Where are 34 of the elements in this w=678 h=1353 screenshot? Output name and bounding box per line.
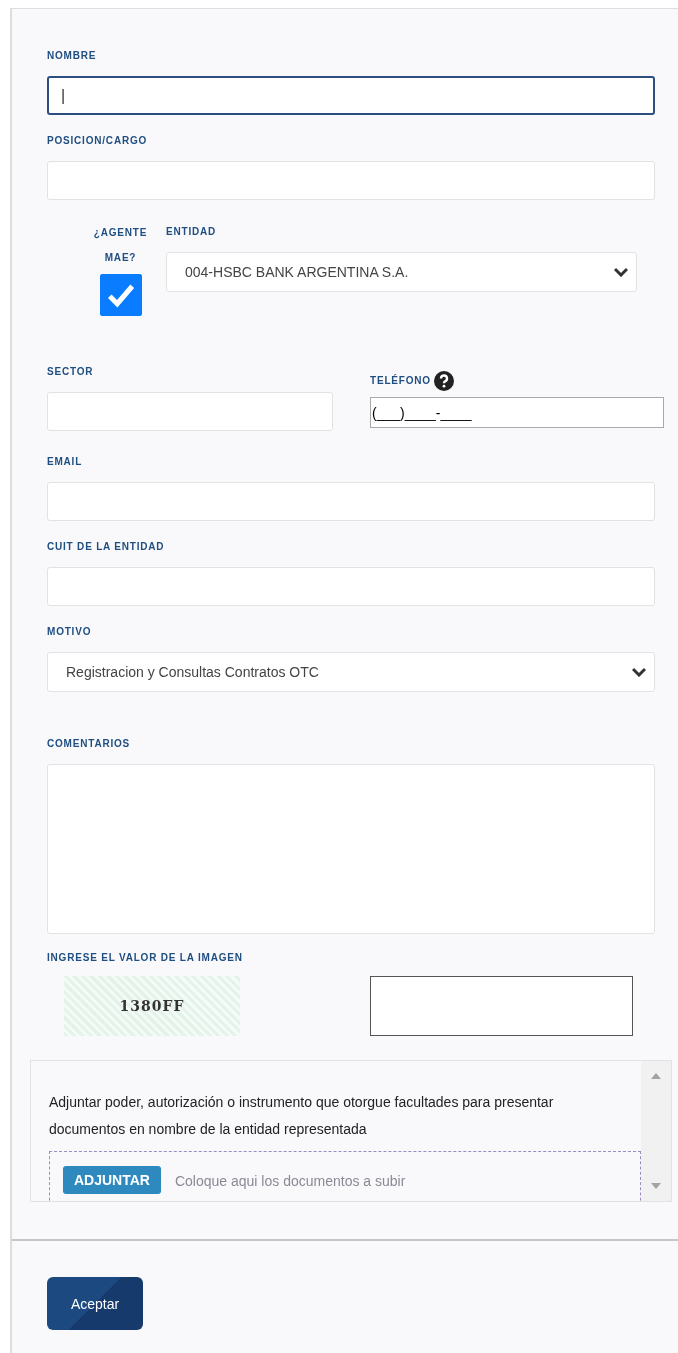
- comment-field[interactable]: [47, 764, 655, 934]
- scrollbar[interactable]: [641, 1061, 671, 1201]
- help-icon[interactable]: [433, 371, 454, 391]
- drop-placeholder: Coloque aqui los documentos a subir: [174, 1173, 406, 1189]
- field-label: INGRESE EL VALOR DE LA IMAGEN: [47, 952, 243, 963]
- input-field[interactable]: [47, 482, 655, 521]
- field-label: MOTIVO: [47, 626, 92, 637]
- field-label: CUIT DE LA ENTIDAD: [47, 541, 165, 552]
- field-label: ENTIDAD: [166, 226, 217, 237]
- input-field[interactable]: [47, 161, 655, 200]
- field-label: SECTOR: [47, 366, 94, 377]
- phone-field[interactable]: (___)____-____: [370, 397, 664, 428]
- drop-zone[interactable]: ADJUNTAR Coloque aqui los documentos a subir: [49, 1151, 641, 1201]
- scroll-down-icon[interactable]: [651, 1183, 661, 1189]
- field-label: TELÉFONO: [370, 375, 431, 386]
- accept-button[interactable]: Aceptar: [47, 1277, 143, 1330]
- attach-instructions: Adjuntar poder, autorización o instrumento que otorgue facultades para presentar documentos en nombre de la entidad representada: [49, 1093, 555, 1139]
- captcha-image: 1380FF: [64, 976, 240, 1036]
- input-field[interactable]: [47, 392, 333, 431]
- select-field[interactable]: 004-HSBC BANK ARGENTINA S.A.: [166, 252, 637, 292]
- field-label: ¿AGENTE MAE?: [92, 226, 149, 265]
- checkbox[interactable]: [99, 274, 142, 316]
- field-label: POSICION/CARGO: [47, 135, 148, 146]
- field-label: EMAIL: [47, 456, 83, 467]
- select-field[interactable]: Registracion y Consultas Contratos OTC: [47, 652, 655, 692]
- field-label: NOMBRE: [47, 50, 97, 61]
- scroll-up-icon[interactable]: [651, 1073, 661, 1079]
- input-field[interactable]: [47, 567, 655, 606]
- field-label: COMENTARIOS: [47, 738, 131, 749]
- captcha-field[interactable]: [370, 976, 633, 1036]
- input-field[interactable]: |: [47, 76, 655, 115]
- chevron-down-icon: [614, 267, 628, 277]
- chevron-down-icon: [632, 667, 646, 677]
- attach-button[interactable]: ADJUNTAR: [63, 1166, 161, 1194]
